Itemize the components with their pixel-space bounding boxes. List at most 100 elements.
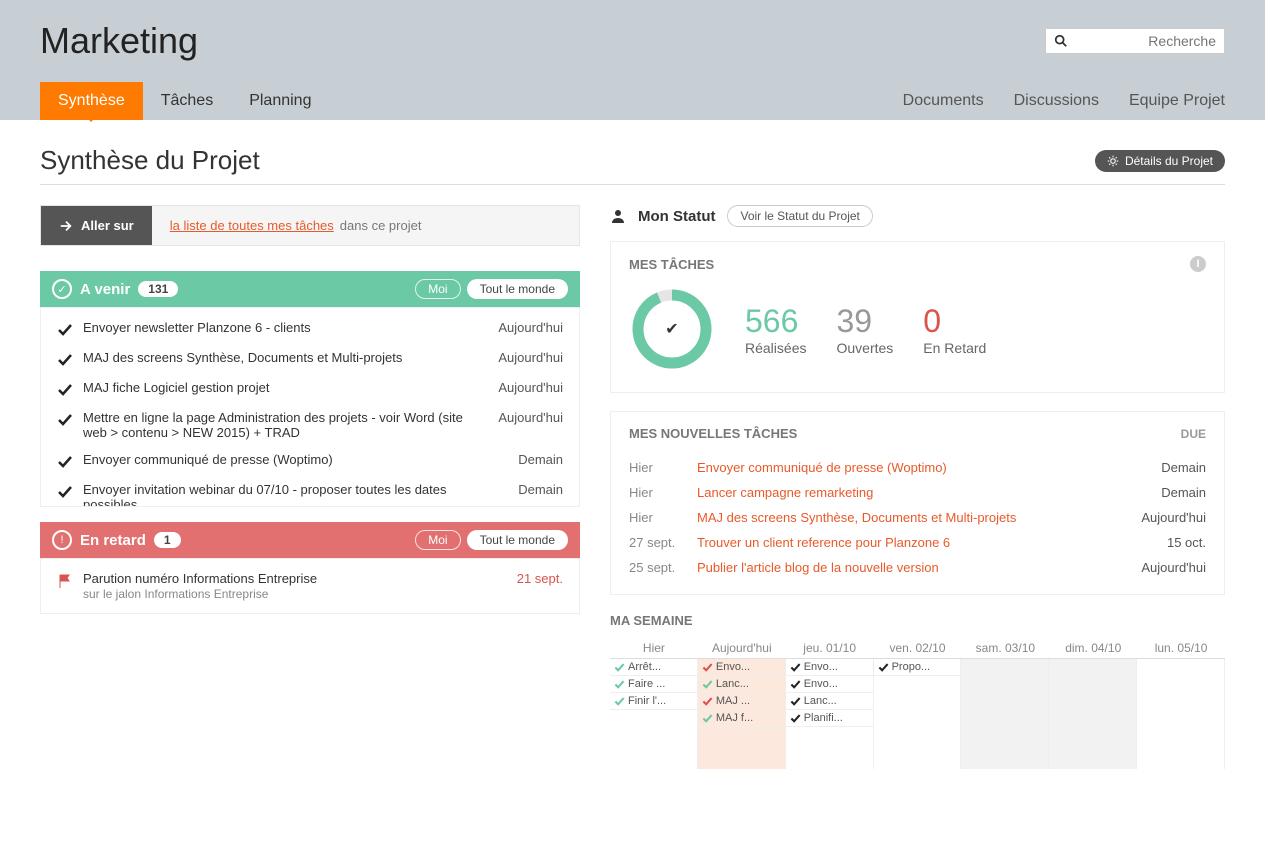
week-item[interactable]: Faire ... bbox=[610, 676, 697, 693]
my-tasks-title: MES TÂCHES bbox=[629, 257, 714, 272]
new-task-row: 25 sept. Publier l'article blog de la nou… bbox=[629, 555, 1206, 580]
week-item[interactable]: MAJ ... bbox=[698, 693, 785, 710]
week-item[interactable]: Arrêt... bbox=[610, 659, 697, 676]
task-row[interactable]: Parution numéro Informations Entreprises… bbox=[41, 565, 579, 607]
week-item-label: Propo... bbox=[892, 661, 931, 673]
check-icon bbox=[790, 713, 801, 724]
week-item[interactable]: Propo... bbox=[874, 659, 961, 676]
search-icon bbox=[1054, 34, 1068, 48]
check-icon bbox=[790, 662, 801, 673]
task-row[interactable]: MAJ des screens Synthèse, Documents et M… bbox=[41, 344, 579, 374]
week-item[interactable]: Envo... bbox=[786, 659, 873, 676]
upcoming-header: ✓ A venir 131 Moi Tout le monde bbox=[40, 271, 580, 307]
search-input[interactable] bbox=[1074, 33, 1216, 49]
flag-icon bbox=[57, 573, 73, 589]
new-task-date: 27 sept. bbox=[629, 535, 689, 550]
week-item[interactable]: Envo... bbox=[698, 659, 785, 676]
task-row[interactable]: Envoyer invitation webinar du 07/10 - pr… bbox=[41, 476, 579, 507]
new-task-row: HierMAJ des screens Synthèse, Documents … bbox=[629, 505, 1206, 530]
week-column bbox=[1137, 659, 1225, 769]
stat-open-lbl: Ouvertes bbox=[836, 340, 893, 356]
week-day-header: Aujourd'hui bbox=[698, 638, 786, 658]
upcoming-task-list[interactable]: Envoyer newsletter Planzone 6 - clientsA… bbox=[40, 307, 580, 507]
due-header: Due bbox=[1181, 427, 1206, 441]
late-count-badge: 1 bbox=[154, 532, 181, 548]
new-task-date: 25 sept. bbox=[629, 560, 689, 575]
stat-open-num: 39 bbox=[836, 303, 893, 340]
new-task-date: Hier bbox=[629, 485, 689, 500]
view-project-status-button[interactable]: Voir le Statut du Projet bbox=[727, 205, 872, 227]
task-row[interactable]: MAJ fiche Logiciel gestion projetAujourd… bbox=[41, 374, 579, 404]
goto-button[interactable]: Aller sur bbox=[41, 206, 152, 245]
week-item[interactable]: Lanc... bbox=[698, 676, 785, 693]
new-task-link[interactable]: Lancer campagne remarketing bbox=[697, 485, 1118, 500]
week-column: Arrêt... Faire ... Finir l'... bbox=[610, 659, 698, 769]
task-due: Demain bbox=[473, 452, 563, 467]
check-icon bbox=[790, 696, 801, 707]
week-item[interactable]: Finir l'... bbox=[610, 693, 697, 710]
task-text: Envoyer newsletter Planzone 6 - clients bbox=[83, 320, 463, 335]
new-task-row: HierLancer campagne remarketingDemain bbox=[629, 480, 1206, 505]
user-icon bbox=[610, 208, 626, 224]
check-icon bbox=[614, 662, 625, 673]
week-grid: Arrêt...Faire ...Finir l'...Envo...Lanc.… bbox=[610, 658, 1225, 769]
upcoming-title: A venir bbox=[80, 281, 130, 298]
new-task-link[interactable]: Trouver un client reference pour Planzon… bbox=[697, 535, 1118, 550]
late-task-list: Parution numéro Informations Entreprises… bbox=[40, 558, 580, 614]
check-icon: ✔ bbox=[665, 319, 678, 339]
tab-planning[interactable]: Planning bbox=[231, 82, 329, 120]
check-icon bbox=[702, 713, 713, 724]
nav-documents[interactable]: Documents bbox=[903, 92, 984, 110]
check-icon bbox=[614, 696, 625, 707]
new-task-due: Aujourd'hui bbox=[1126, 510, 1206, 525]
upcoming-filter-all[interactable]: Tout le monde bbox=[467, 279, 568, 299]
upcoming-filter-me[interactable]: Moi bbox=[415, 279, 460, 299]
alert-circle-icon: ! bbox=[52, 530, 72, 550]
status-title: Mon Statut bbox=[638, 208, 715, 225]
check-icon bbox=[57, 484, 73, 500]
week-item-label: Faire ... bbox=[628, 678, 665, 690]
new-tasks-list[interactable]: Hier Envoyer communiqué de presse (Woptim… bbox=[629, 455, 1206, 580]
goto-link[interactable]: la liste de toutes mes tâches bbox=[170, 218, 334, 233]
goto-label: Aller sur bbox=[81, 218, 134, 233]
task-due: Demain bbox=[473, 482, 563, 497]
week-day-header: Hier bbox=[610, 638, 698, 658]
new-task-link[interactable]: Envoyer communiqué de presse (Woptimo) bbox=[697, 460, 1118, 475]
new-task-link[interactable]: MAJ des screens Synthèse, Documents et M… bbox=[697, 510, 1118, 525]
stat-done-lbl: Réalisées bbox=[745, 340, 806, 356]
check-icon bbox=[702, 696, 713, 707]
check-icon bbox=[702, 679, 713, 690]
info-icon[interactable]: i bbox=[1190, 256, 1206, 272]
late-title: En retard bbox=[80, 532, 146, 549]
check-icon bbox=[57, 412, 73, 428]
new-task-link[interactable]: Publier l'article blog de la nouvelle ve… bbox=[697, 560, 1118, 575]
task-text: Envoyer communiqué de presse (Woptimo) bbox=[83, 452, 463, 467]
task-row[interactable]: Mettre en ligne la page Administration d… bbox=[41, 404, 579, 446]
late-filter-me[interactable]: Moi bbox=[415, 530, 460, 550]
task-row[interactable]: Envoyer newsletter Planzone 6 - clientsA… bbox=[41, 314, 579, 344]
week-item[interactable]: Envo... bbox=[786, 676, 873, 693]
stat-done-num: 566 bbox=[745, 303, 806, 340]
week-column bbox=[1049, 659, 1137, 769]
tab-taches[interactable]: Tâches bbox=[143, 82, 231, 120]
new-task-date: Hier bbox=[629, 460, 689, 475]
nav-equipe[interactable]: Equipe Projet bbox=[1129, 92, 1225, 110]
project-details-button[interactable]: Détails du Projet bbox=[1095, 150, 1225, 172]
search-box[interactable] bbox=[1045, 28, 1225, 54]
task-row[interactable]: Envoyer communiqué de presse (Woptimo) De… bbox=[41, 446, 579, 476]
week-item[interactable]: Planifi... bbox=[786, 710, 873, 727]
week-day-header: jeu. 01/10 bbox=[786, 638, 874, 658]
week-column: Envo...Envo...Lanc...Planifi... bbox=[786, 659, 874, 769]
nav-discussions[interactable]: Discussions bbox=[1014, 92, 1099, 110]
late-filter-all[interactable]: Tout le monde bbox=[467, 530, 568, 550]
week-item[interactable]: Lanc... bbox=[786, 693, 873, 710]
week-item[interactable]: MAJ f... bbox=[698, 710, 785, 727]
arrow-right-icon bbox=[59, 219, 73, 233]
week-day-header: sam. 03/10 bbox=[961, 638, 1049, 658]
goto-suffix: dans ce projet bbox=[340, 218, 422, 233]
tab-synthese[interactable]: Synthèse bbox=[40, 82, 143, 120]
stat-overdue-num: 0 bbox=[923, 303, 986, 340]
check-icon bbox=[57, 382, 73, 398]
week-column: Propo... bbox=[874, 659, 962, 769]
week-item-label: Planifi... bbox=[804, 712, 843, 724]
